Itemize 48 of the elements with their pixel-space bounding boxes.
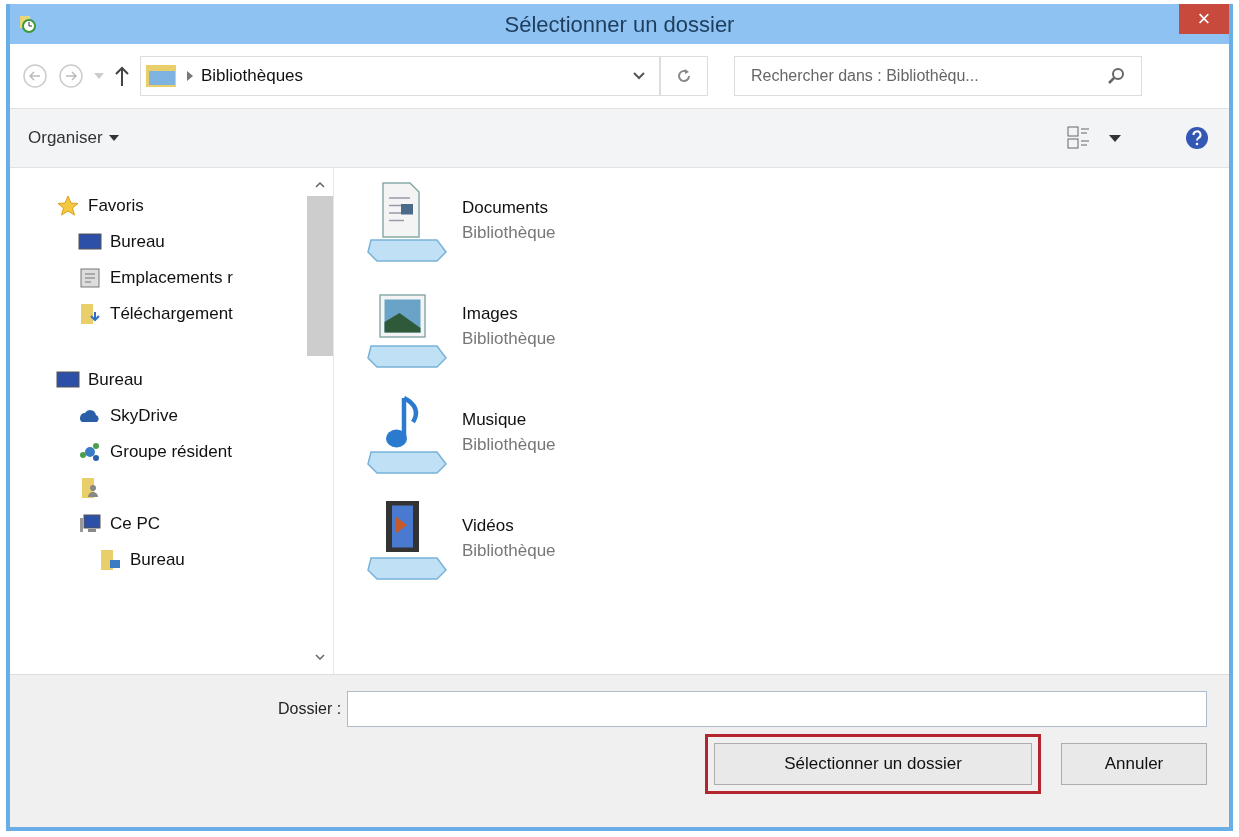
scroll-down-icon[interactable] xyxy=(314,654,325,660)
library-type: Bibliothèque xyxy=(462,328,556,350)
up-arrow-icon[interactable] xyxy=(114,65,130,87)
scrollbar-thumb[interactable] xyxy=(306,196,333,356)
folder-field[interactable] xyxy=(347,691,1207,727)
network-icon xyxy=(78,440,102,464)
folder-icon xyxy=(98,548,122,572)
recent-places-icon xyxy=(78,266,102,290)
close-button[interactable]: × xyxy=(1179,4,1229,34)
folder-label: Dossier : xyxy=(278,699,342,719)
tree-item-label[interactable]: Téléchargement xyxy=(110,301,233,327)
caret-icon[interactable] xyxy=(1109,134,1121,142)
tree-item-label[interactable]: Bureau xyxy=(88,367,143,393)
search-input[interactable]: Rechercher dans : Bibliothèqu... xyxy=(751,64,1107,88)
library-folder-icon xyxy=(145,63,179,89)
search-field[interactable]: Rechercher dans : Bibliothèqu... xyxy=(734,56,1142,96)
address-path[interactable]: Bibliothèques xyxy=(201,63,304,89)
window-title: Sélectionner un dossier xyxy=(504,10,735,39)
star-icon xyxy=(56,194,80,218)
caret-icon xyxy=(108,135,119,141)
library-name[interactable]: Musique xyxy=(462,406,556,432)
library-name[interactable]: Images xyxy=(462,300,556,326)
library-type: Bibliothèque xyxy=(462,540,556,562)
library-name[interactable]: Vidéos xyxy=(462,512,556,538)
search-icon xyxy=(1107,67,1125,85)
tree-item-label[interactable]: Bureau xyxy=(130,547,185,573)
chevron-right-icon xyxy=(187,71,193,81)
tree-item-label[interactable]: Groupe résident xyxy=(110,439,232,465)
dialog-button[interactable]: Sélectionner un dossier xyxy=(714,743,1032,785)
tree-item-label[interactable]: Favoris xyxy=(88,193,144,219)
dropdown-chevron-icon[interactable] xyxy=(633,72,645,80)
dialog-button[interactable]: Annuler xyxy=(1061,743,1207,785)
tree-item-label[interactable]: SkyDrive xyxy=(110,403,178,429)
refresh-button[interactable] xyxy=(660,56,708,96)
library-type: Bibliothèque xyxy=(462,434,556,456)
refresh-icon xyxy=(675,67,693,85)
library-name[interactable]: Documents xyxy=(462,194,556,220)
organize-menu-button[interactable]: Organiser xyxy=(28,125,119,151)
tree-item-label[interactable]: Ce PC xyxy=(110,511,161,537)
scrollbar[interactable] xyxy=(306,168,334,674)
tree-item-label[interactable]: Emplacements r xyxy=(110,265,233,291)
library-type: Bibliothèque xyxy=(462,222,556,244)
tree-item-label[interactable]: Bureau xyxy=(110,229,165,255)
scroll-up-icon[interactable] xyxy=(314,182,325,188)
address-bar[interactable]: Bibliothèques xyxy=(140,56,660,96)
download-folder-icon xyxy=(78,302,102,326)
folder-clock-icon xyxy=(18,14,38,34)
help-icon[interactable] xyxy=(1185,126,1209,150)
